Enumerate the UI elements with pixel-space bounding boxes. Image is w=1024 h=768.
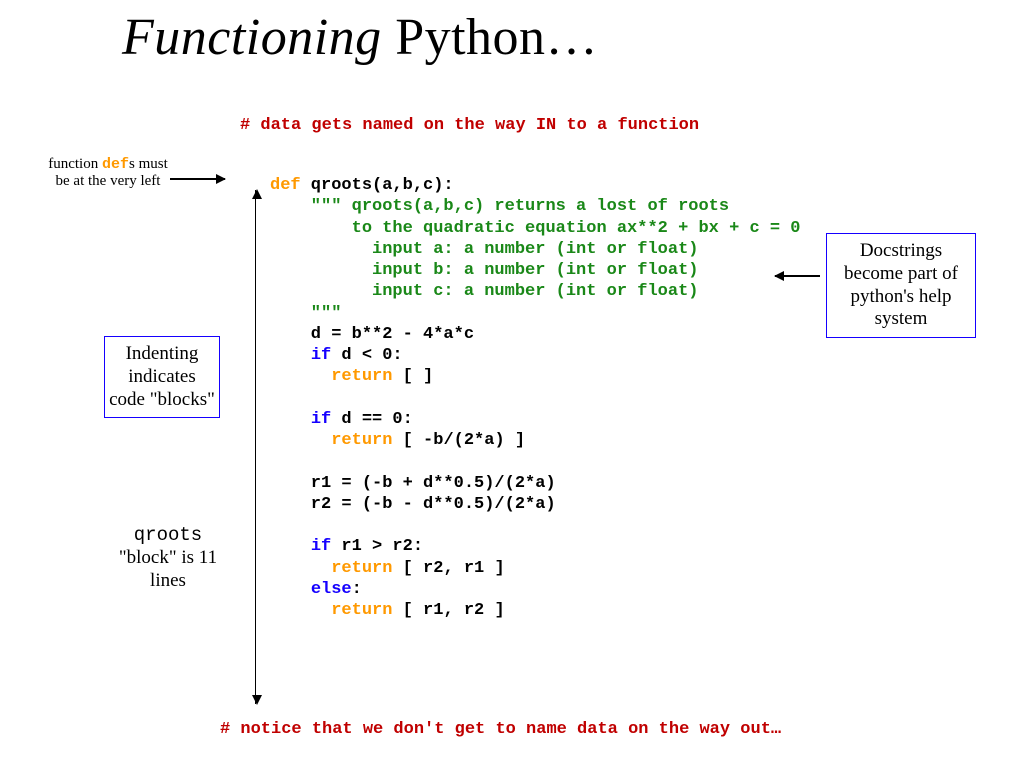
cond: d == 0: <box>331 410 413 429</box>
code-block: def qroots(a,b,c): """ qroots(a,b,c) ret… <box>270 175 801 621</box>
qroots-mono: qroots <box>134 524 202 546</box>
ret-val: [ -b/(2*a) ] <box>392 431 525 450</box>
slide-title: Functioning Python… <box>122 8 598 67</box>
docstring-line: to the quadratic equation ax**2 + bx + c… <box>270 219 801 238</box>
indent <box>270 580 311 599</box>
docstring-line: input a: a number (int or float) <box>270 240 698 259</box>
cond: r1 > r2: <box>331 537 423 556</box>
indent <box>270 367 331 386</box>
code-line: r2 = (-b - d**0.5)/(2*a) <box>270 495 556 514</box>
defline-rest: qroots(a,b,c): <box>301 176 454 195</box>
docstring-end: """ <box>270 304 341 323</box>
code-line: r1 = (-b + d**0.5)/(2*a) <box>270 474 556 493</box>
indenting-callout: Indenting indicates code "blocks" <box>104 336 220 418</box>
ret-val: [ r2, r1 ] <box>392 559 504 578</box>
docstring-line: input c: a number (int or float) <box>270 282 698 301</box>
indent <box>270 346 311 365</box>
title-rest: Python… <box>382 9 598 66</box>
arrow-docstring-icon <box>775 275 820 277</box>
top-comment: # data gets named on the way IN to a fun… <box>240 116 699 135</box>
title-emphasis: Functioning <box>122 9 382 66</box>
indent <box>270 601 331 620</box>
indent <box>270 431 331 450</box>
indent <box>270 537 311 556</box>
qroots-rest: "block" is 11 lines <box>119 547 217 591</box>
kw-return: return <box>331 559 392 578</box>
ret-val: [ ] <box>392 367 433 386</box>
indent <box>270 559 331 578</box>
kw-return: return <box>331 431 392 450</box>
def-placement-note: function defs must be at the very left <box>48 156 168 191</box>
kw-return: return <box>331 601 392 620</box>
cond: d < 0: <box>331 346 402 365</box>
code-line: d = b**2 - 4*a*c <box>270 325 474 344</box>
kw-if: if <box>311 410 331 429</box>
block-extent-arrow-icon <box>255 190 256 704</box>
block-length-note: qroots "block" is 11 lines <box>104 524 232 592</box>
kw-return: return <box>331 367 392 386</box>
docstring-line: input b: a number (int or float) <box>270 261 698 280</box>
kw-if: if <box>311 346 331 365</box>
kw-def: def <box>270 176 301 195</box>
ret-val: [ r1, r2 ] <box>392 601 504 620</box>
docstring-callout: Docstrings become part of python's help … <box>826 233 976 338</box>
else-colon: : <box>352 580 362 599</box>
kw-else: else <box>311 580 352 599</box>
docstring-line: """ qroots(a,b,c) returns a lost of root… <box>270 197 729 216</box>
indent <box>270 410 311 429</box>
bottom-comment: # notice that we don't get to name data … <box>220 720 781 739</box>
arrow-def-icon <box>170 178 225 180</box>
def-note-pre: function <box>48 156 102 172</box>
kw-if: if <box>311 537 331 556</box>
def-keyword-inline: def <box>102 156 129 173</box>
